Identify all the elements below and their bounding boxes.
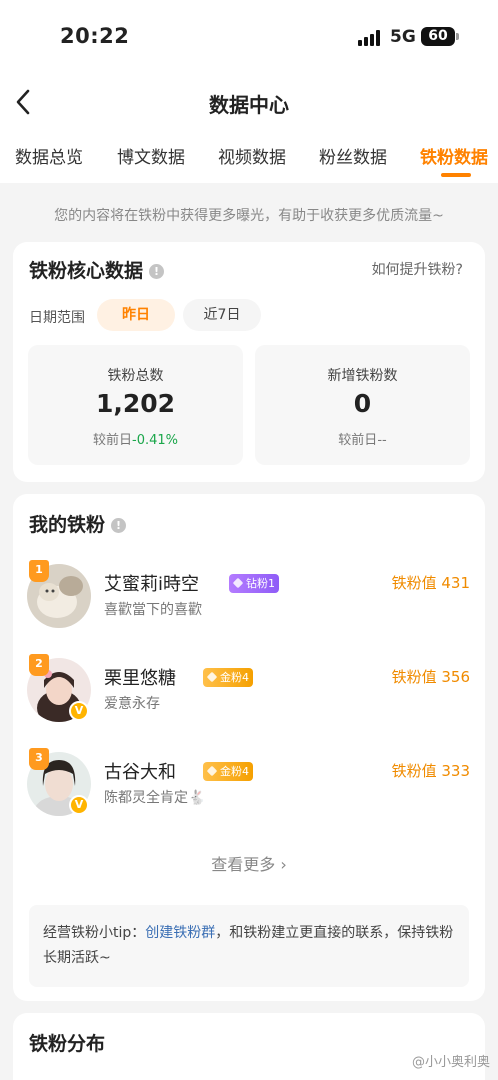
- chevron-right-icon: ›: [280, 855, 287, 874]
- create-fan-group-link[interactable]: 创建铁粉群: [145, 925, 215, 941]
- tip-prefix: 经营铁粉小tip：: [43, 925, 146, 941]
- nav-bar: 数据中心: [0, 80, 498, 126]
- info-icon[interactable]: !: [149, 264, 165, 279]
- score-label: 铁粉值: [391, 762, 437, 780]
- rank-badge: 1: [29, 560, 49, 582]
- stat-label: 铁粉总数: [107, 368, 164, 384]
- page-title: 数据中心: [209, 93, 289, 117]
- my-fans-title-text: 我的铁粉: [29, 514, 106, 536]
- notice-text: 您的内容将在铁粉中获得更多曝光，有助于收获更多优质流量~: [54, 208, 444, 224]
- range-7days-button[interactable]: 近7日: [183, 299, 261, 331]
- fan-level-badge: 钻粉1: [229, 574, 279, 593]
- active-tab-indicator: [441, 173, 471, 177]
- rank-badge: 3: [29, 748, 49, 770]
- stat-total-fans: 铁粉总数 1,202 较前日-0.41%: [28, 345, 243, 465]
- score-label: 铁粉值: [391, 668, 437, 686]
- date-range-label: 日期范围: [29, 310, 85, 326]
- fan-level-badge: 金粉4: [203, 762, 253, 781]
- core-data-card: 铁粉核心数据! 如何提升铁粉? 日期范围 昨日 近7日 铁粉总数 1,202 较…: [13, 242, 485, 482]
- fan-score: 铁粉值 356: [392, 666, 470, 687]
- core-data-title: 铁粉核心数据!: [29, 256, 165, 283]
- tab-videos[interactable]: 视频数据: [218, 143, 286, 168]
- fan-row[interactable]: 2 V 栗里悠糖 金粉4 爱意永存 铁粉值 356: [13, 654, 485, 738]
- tab-followers[interactable]: 粉丝数据: [319, 143, 387, 168]
- fan-level-badge: 金粉4: [203, 668, 253, 687]
- score-value: 356: [441, 668, 470, 686]
- verified-icon: V: [69, 795, 89, 815]
- fan-bio: 陈都灵全肯定🐇: [104, 790, 206, 806]
- score-value: 431: [441, 574, 470, 592]
- fan-score: 铁粉值 333: [392, 760, 470, 781]
- info-icon[interactable]: !: [111, 518, 127, 533]
- compare-value: -0.41%: [132, 433, 178, 448]
- distribution-title: 铁粉分布: [29, 1033, 106, 1055]
- fan-bio: 喜歡當下的喜歡: [104, 602, 202, 618]
- stat-compare: 较前日--: [255, 429, 470, 448]
- compare-value: --: [377, 433, 387, 448]
- score-label: 铁粉值: [391, 574, 437, 592]
- view-more-label: 查看更多: [211, 855, 276, 874]
- stat-value: 1,202: [95, 389, 176, 418]
- signal-icon: [358, 30, 382, 46]
- network-label: 5G: [390, 27, 416, 47]
- header-area: 20:22 5G 60 数据中心 数据总览 博文数据 视频数据 粉丝数据 铁粉数…: [0, 0, 498, 183]
- stat-label: 新增铁粉数: [327, 368, 398, 384]
- tab-overview[interactable]: 数据总览: [15, 143, 83, 168]
- fan-score: 铁粉值 431: [392, 572, 470, 593]
- status-bar: 20:22 5G 60: [0, 0, 498, 70]
- core-data-title-text: 铁粉核心数据: [29, 260, 144, 282]
- stat-compare: 较前日-0.41%: [28, 429, 243, 448]
- stat-value: 0: [353, 389, 372, 418]
- my-fans-card: 我的铁粉! 1 艾蜜莉i時空 钻粉1 喜歡當下的喜歡 铁粉值 431 2 V 栗…: [13, 494, 485, 1001]
- tab-bar: 数据总览 博文数据 视频数据 粉丝数据 铁粉数据: [0, 140, 498, 180]
- verified-icon: V: [69, 701, 89, 721]
- tab-iron-fans[interactable]: 铁粉数据: [420, 143, 488, 168]
- compare-prefix: 较前日: [92, 433, 132, 448]
- tab-posts[interactable]: 博文数据: [117, 143, 185, 168]
- fan-row[interactable]: 1 艾蜜莉i時空 钻粉1 喜歡當下的喜歡 铁粉值 431: [13, 560, 485, 644]
- view-more-button[interactable]: 查看更多 ›: [13, 851, 485, 875]
- fan-name: 栗里悠糖: [104, 668, 176, 689]
- watermark: @小小奥利奥: [411, 1055, 490, 1070]
- status-time: 20:22: [60, 24, 130, 48]
- compare-prefix: 较前日: [338, 433, 378, 448]
- how-to-improve-link[interactable]: 如何提升铁粉?: [372, 259, 463, 279]
- score-value: 333: [441, 762, 470, 780]
- fan-name: 艾蜜莉i時空: [104, 574, 200, 595]
- fan-row[interactable]: 3 V 古谷大和 金粉4 陈都灵全肯定🐇 铁粉值 333: [13, 748, 485, 832]
- fan-name: 古谷大和: [104, 762, 176, 783]
- tip-box: 经营铁粉小tip：创建铁粉群，和铁粉建立更直接的联系，保持铁粉长期活跃~: [29, 905, 469, 987]
- stat-new-fans: 新增铁粉数 0 较前日--: [255, 345, 470, 465]
- battery-icon: 60: [421, 27, 459, 46]
- range-yesterday-button[interactable]: 昨日: [97, 299, 175, 331]
- rank-badge: 2: [29, 654, 49, 676]
- my-fans-title: 我的铁粉!: [29, 510, 127, 537]
- fan-bio: 爱意永存: [104, 696, 160, 712]
